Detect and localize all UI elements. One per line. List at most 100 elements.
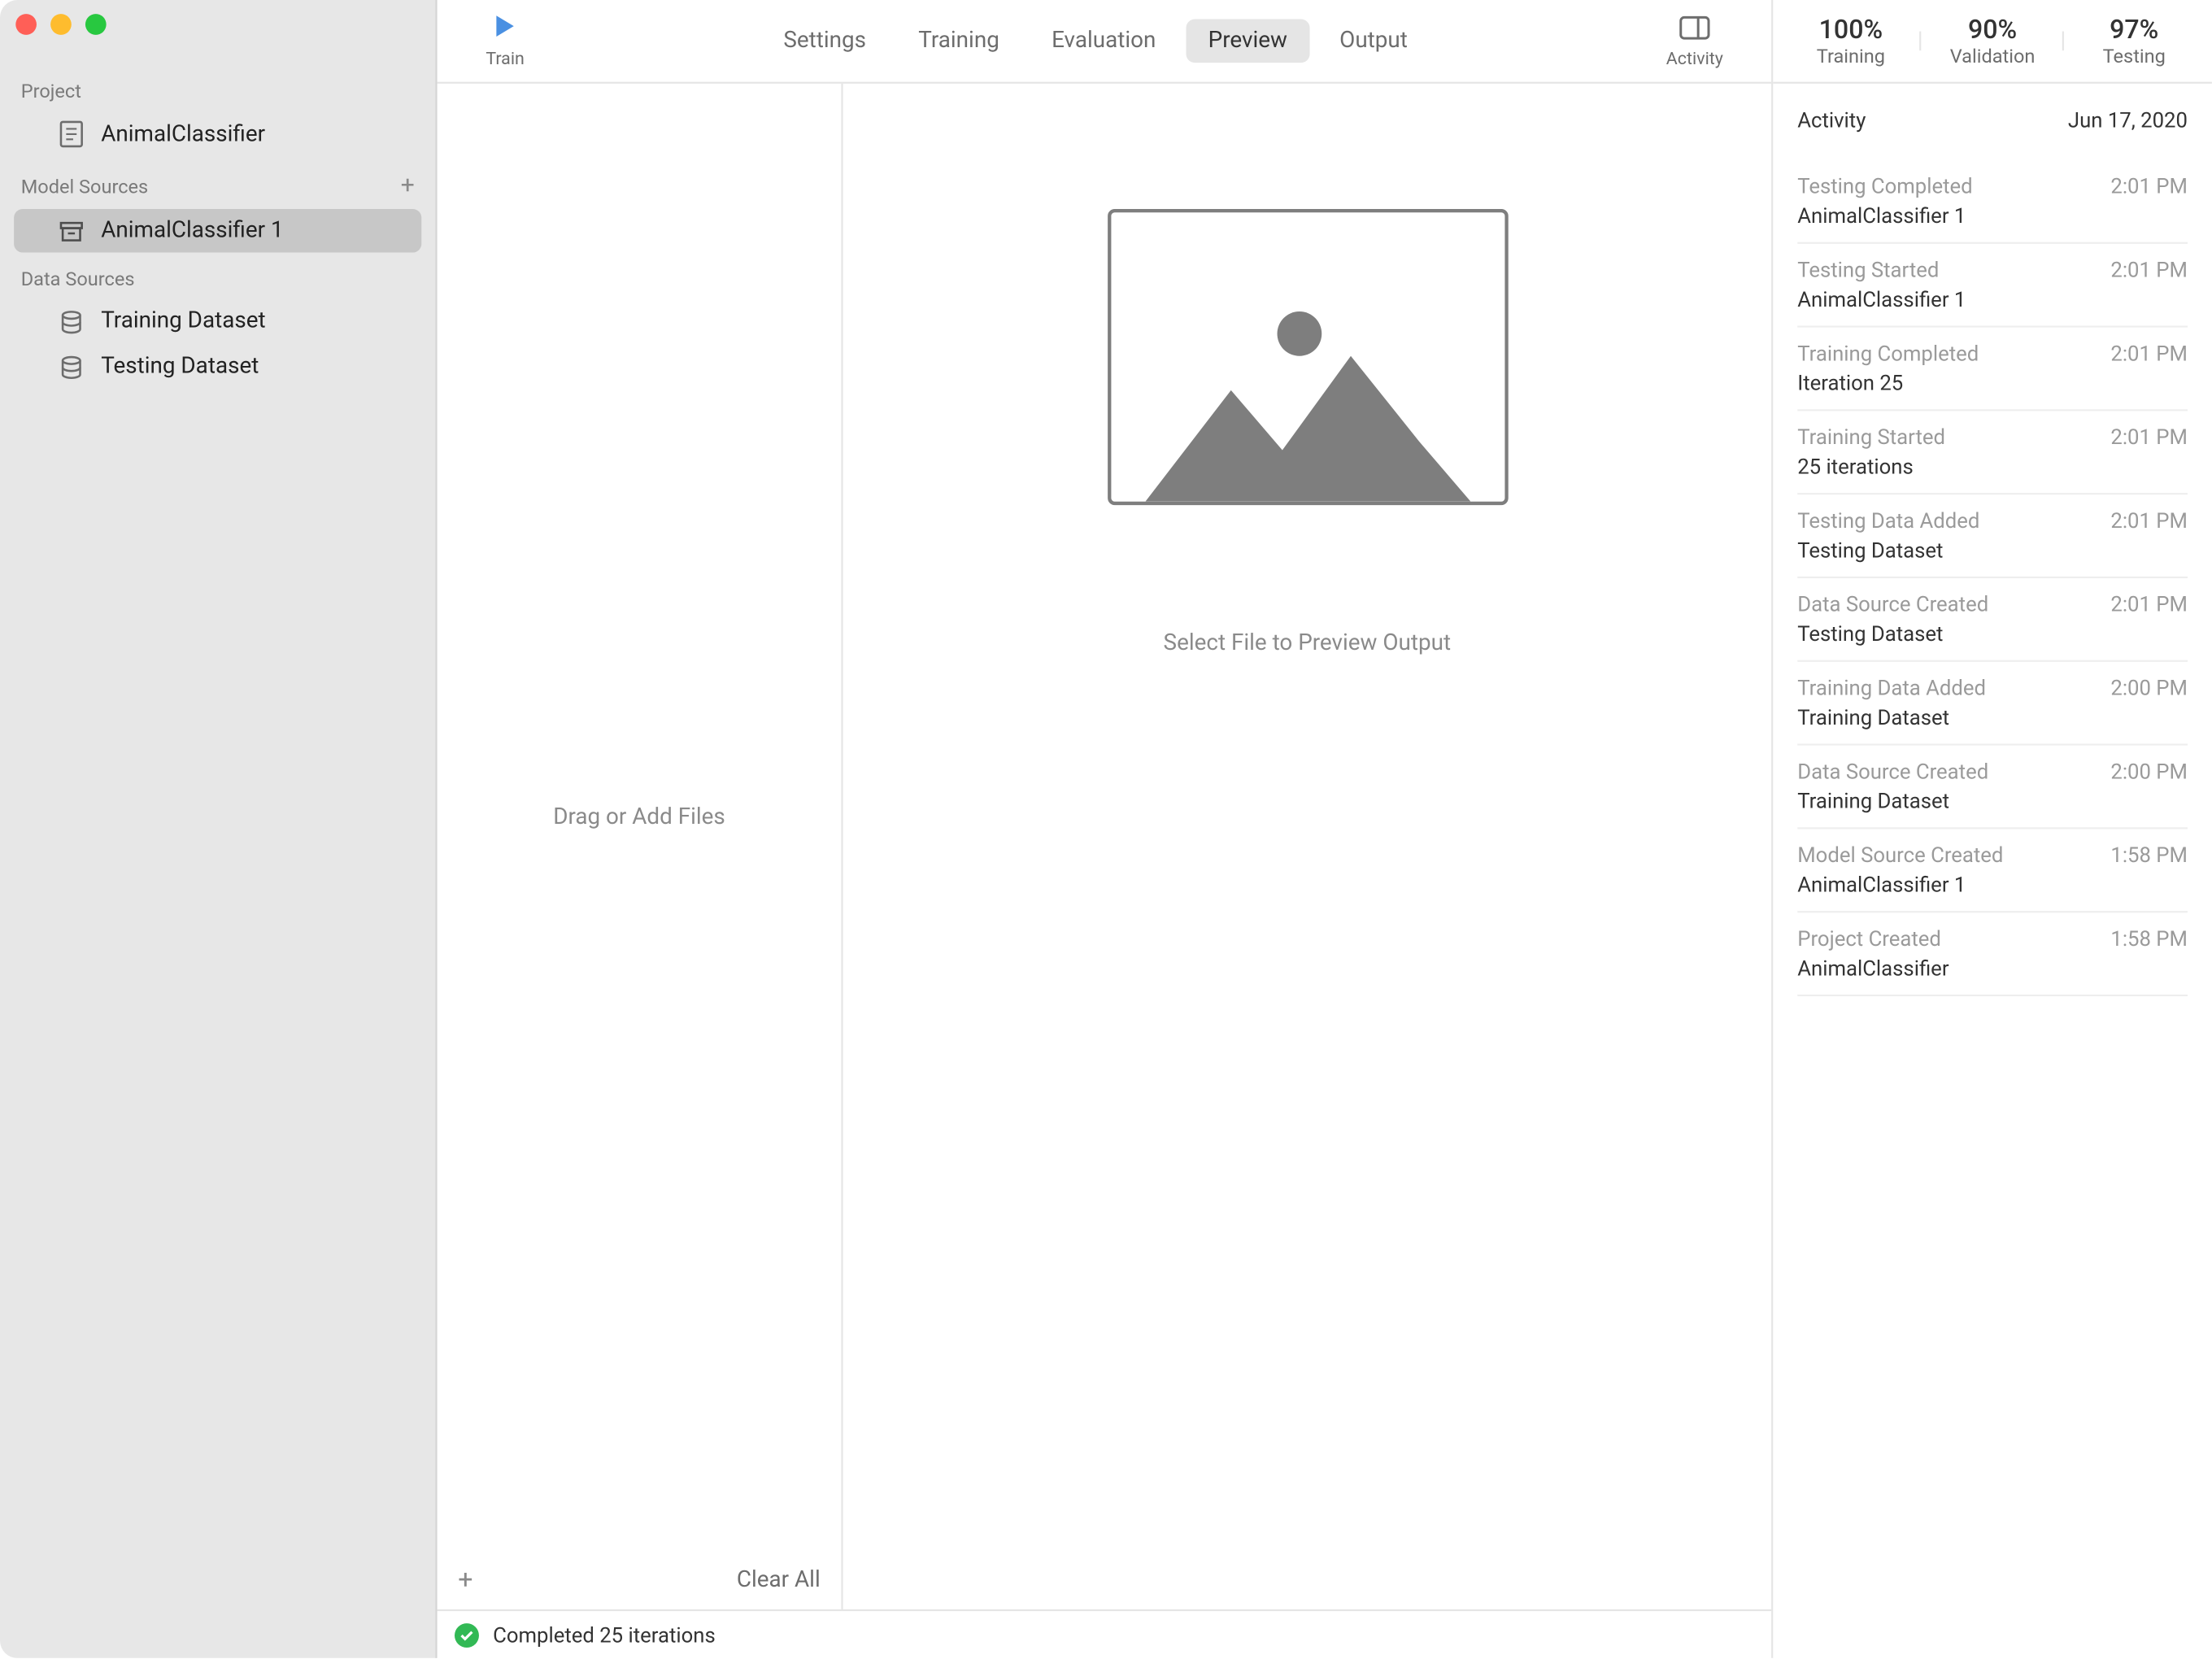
activity-item: Project Created 1:58 PM AnimalClassifier — [1797, 912, 2188, 996]
activity-item-title: Training Completed — [1797, 342, 1979, 366]
activity-item-detail: AnimalClassifier — [1797, 956, 2188, 981]
sidebar-header-model-sources: Model Sources + — [0, 159, 435, 207]
maximize-window-button[interactable] — [85, 14, 107, 35]
activity-item-detail: Testing Dataset — [1797, 538, 2188, 563]
activity-item-detail: AnimalClassifier 1 — [1797, 204, 2188, 229]
play-icon — [491, 12, 519, 47]
activity-item: Model Source Created 1:58 PM AnimalClass… — [1797, 829, 2188, 912]
sidebar-item-project[interactable]: AnimalClassifier — [14, 111, 421, 157]
clear-all-button[interactable]: Clear All — [737, 1566, 821, 1592]
close-window-button[interactable] — [15, 14, 37, 35]
tab-training[interactable]: Training — [895, 20, 1021, 63]
drop-zone[interactable]: Drag or Add Files — [438, 84, 842, 1550]
activity-item-title: Project Created — [1797, 926, 1941, 951]
activity-item-detail: AnimalClassifier 1 — [1797, 287, 2188, 311]
preview-panel: Select File to Preview Output — [843, 84, 1772, 1609]
activity-item-title: Data Source Created — [1797, 760, 1988, 784]
panel-icon — [1679, 13, 1711, 46]
database-icon — [56, 355, 88, 379]
tab-bar: Settings Training Evaluation Preview Out… — [549, 20, 1643, 63]
activity-item-title: Testing Data Added — [1797, 508, 1979, 533]
activity-item-time: 2:00 PM — [2110, 760, 2188, 784]
activity-list: Testing Completed 2:01 PM AnimalClassifi… — [1797, 160, 2188, 996]
activity-item-title: Training Started — [1797, 425, 1945, 450]
activity-item-time: 2:01 PM — [2110, 425, 2188, 450]
activity-item: Data Source Created 2:01 PM Testing Data… — [1797, 578, 2188, 662]
file-drop-panel: Drag or Add Files + Clear All — [438, 84, 843, 1609]
metric-training: 100% Training — [1780, 14, 1922, 67]
train-button[interactable]: Train — [462, 12, 549, 70]
activity-item: Testing Completed 2:01 PM AnimalClassifi… — [1797, 160, 2188, 244]
activity-item-title: Testing Completed — [1797, 174, 1972, 198]
metric-value: 90% — [1922, 14, 2063, 46]
sidebar-item-model-source[interactable]: AnimalClassifier 1 — [14, 209, 421, 253]
activity-item: Training Data Added 2:00 PM Training Dat… — [1797, 662, 2188, 746]
add-model-source-button[interactable]: + — [401, 172, 415, 200]
activity-toggle-button[interactable]: Activity — [1643, 13, 1748, 69]
image-placeholder-icon — [1107, 209, 1508, 505]
activity-date: Jun 17, 2020 — [2068, 108, 2188, 133]
activity-item: Testing Data Added 2:01 PM Testing Datas… — [1797, 494, 2188, 578]
sidebar-item-label: Testing Dataset — [101, 354, 259, 380]
sidebar-item-testing-dataset[interactable]: Testing Dataset — [14, 345, 421, 389]
activity-item-title: Data Source Created — [1797, 592, 1988, 616]
metric-label: Testing — [2063, 46, 2205, 68]
activity-item-time: 2:00 PM — [2110, 676, 2188, 700]
preview-placeholder-text: Select File to Preview Output — [1164, 630, 1452, 656]
activity-item: Training Completed 2:01 PM Iteration 25 — [1797, 328, 2188, 411]
activity-item-time: 2:01 PM — [2110, 342, 2188, 366]
activity-item: Training Started 2:01 PM 25 iterations — [1797, 411, 2188, 494]
minimize-window-button[interactable] — [50, 14, 72, 35]
metric-testing: 97% Testing — [2063, 14, 2205, 67]
sidebar-item-label: AnimalClassifier 1 — [101, 218, 283, 244]
activity-panel: Activity Jun 17, 2020 Testing Completed … — [1773, 84, 2212, 1658]
activity-item-time: 2:01 PM — [2110, 592, 2188, 616]
activity-item-detail: Testing Dataset — [1797, 622, 2188, 647]
activity-item-title: Training Data Added — [1797, 676, 1986, 700]
archive-icon — [56, 219, 88, 243]
tab-evaluation[interactable]: Evaluation — [1029, 20, 1178, 63]
sidebar-header-label: Project — [21, 81, 81, 103]
document-icon — [56, 120, 88, 148]
status-bar: Completed 25 iterations — [438, 1609, 1772, 1658]
sidebar-item-label: Training Dataset — [101, 308, 265, 334]
train-label: Train — [486, 50, 525, 70]
sidebar-header-label: Data Sources — [21, 268, 135, 291]
activity-item-time: 2:01 PM — [2110, 174, 2188, 198]
metric-value: 97% — [2063, 14, 2205, 46]
activity-header-label: Activity — [1797, 108, 1866, 133]
metric-value: 100% — [1780, 14, 1922, 46]
activity-item-title: Testing Started — [1797, 258, 1939, 282]
tab-preview[interactable]: Preview — [1186, 20, 1310, 63]
activity-item-time: 2:01 PM — [2110, 258, 2188, 282]
sidebar-header-data-sources: Data Sources — [0, 255, 435, 298]
activity-item-time: 1:58 PM — [2110, 926, 2188, 951]
sidebar-header-label: Model Sources — [21, 175, 149, 198]
activity-item-detail: 25 iterations — [1797, 455, 2188, 479]
add-file-button[interactable]: + — [458, 1564, 472, 1596]
activity-item-time: 2:01 PM — [2110, 508, 2188, 533]
activity-item: Testing Started 2:01 PM AnimalClassifier… — [1797, 244, 2188, 328]
sidebar-item-label: AnimalClassifier — [101, 121, 265, 147]
activity-item-detail: AnimalClassifier 1 — [1797, 873, 2188, 897]
metrics-row: 100% Training 90% Validation 97% Testing — [1773, 0, 2212, 84]
tab-settings[interactable]: Settings — [761, 20, 889, 63]
metric-validation: 90% Validation — [1922, 14, 2063, 67]
database-icon — [56, 309, 88, 333]
sidebar-header-project: Project — [0, 66, 435, 110]
checkmark-icon — [455, 1622, 479, 1647]
activity-item-detail: Training Dataset — [1797, 705, 2188, 729]
sidebar: Project AnimalClassifier Model Sources +… — [0, 0, 438, 1658]
status-text: Completed 25 iterations — [493, 1622, 716, 1647]
activity-item-title: Model Source Created — [1797, 843, 2003, 868]
activity-item-time: 1:58 PM — [2110, 843, 2188, 868]
activity-item-detail: Training Dataset — [1797, 789, 2188, 813]
metric-label: Training — [1780, 46, 1922, 68]
right-panel: 100% Training 90% Validation 97% Testing… — [1771, 0, 2212, 1658]
activity-item-detail: Iteration 25 — [1797, 371, 2188, 395]
tab-output[interactable]: Output — [1317, 20, 1430, 63]
drop-zone-label: Drag or Add Files — [553, 803, 725, 830]
window-controls — [15, 14, 106, 35]
sidebar-item-training-dataset[interactable]: Training Dataset — [14, 299, 421, 343]
metric-label: Validation — [1922, 46, 2063, 68]
